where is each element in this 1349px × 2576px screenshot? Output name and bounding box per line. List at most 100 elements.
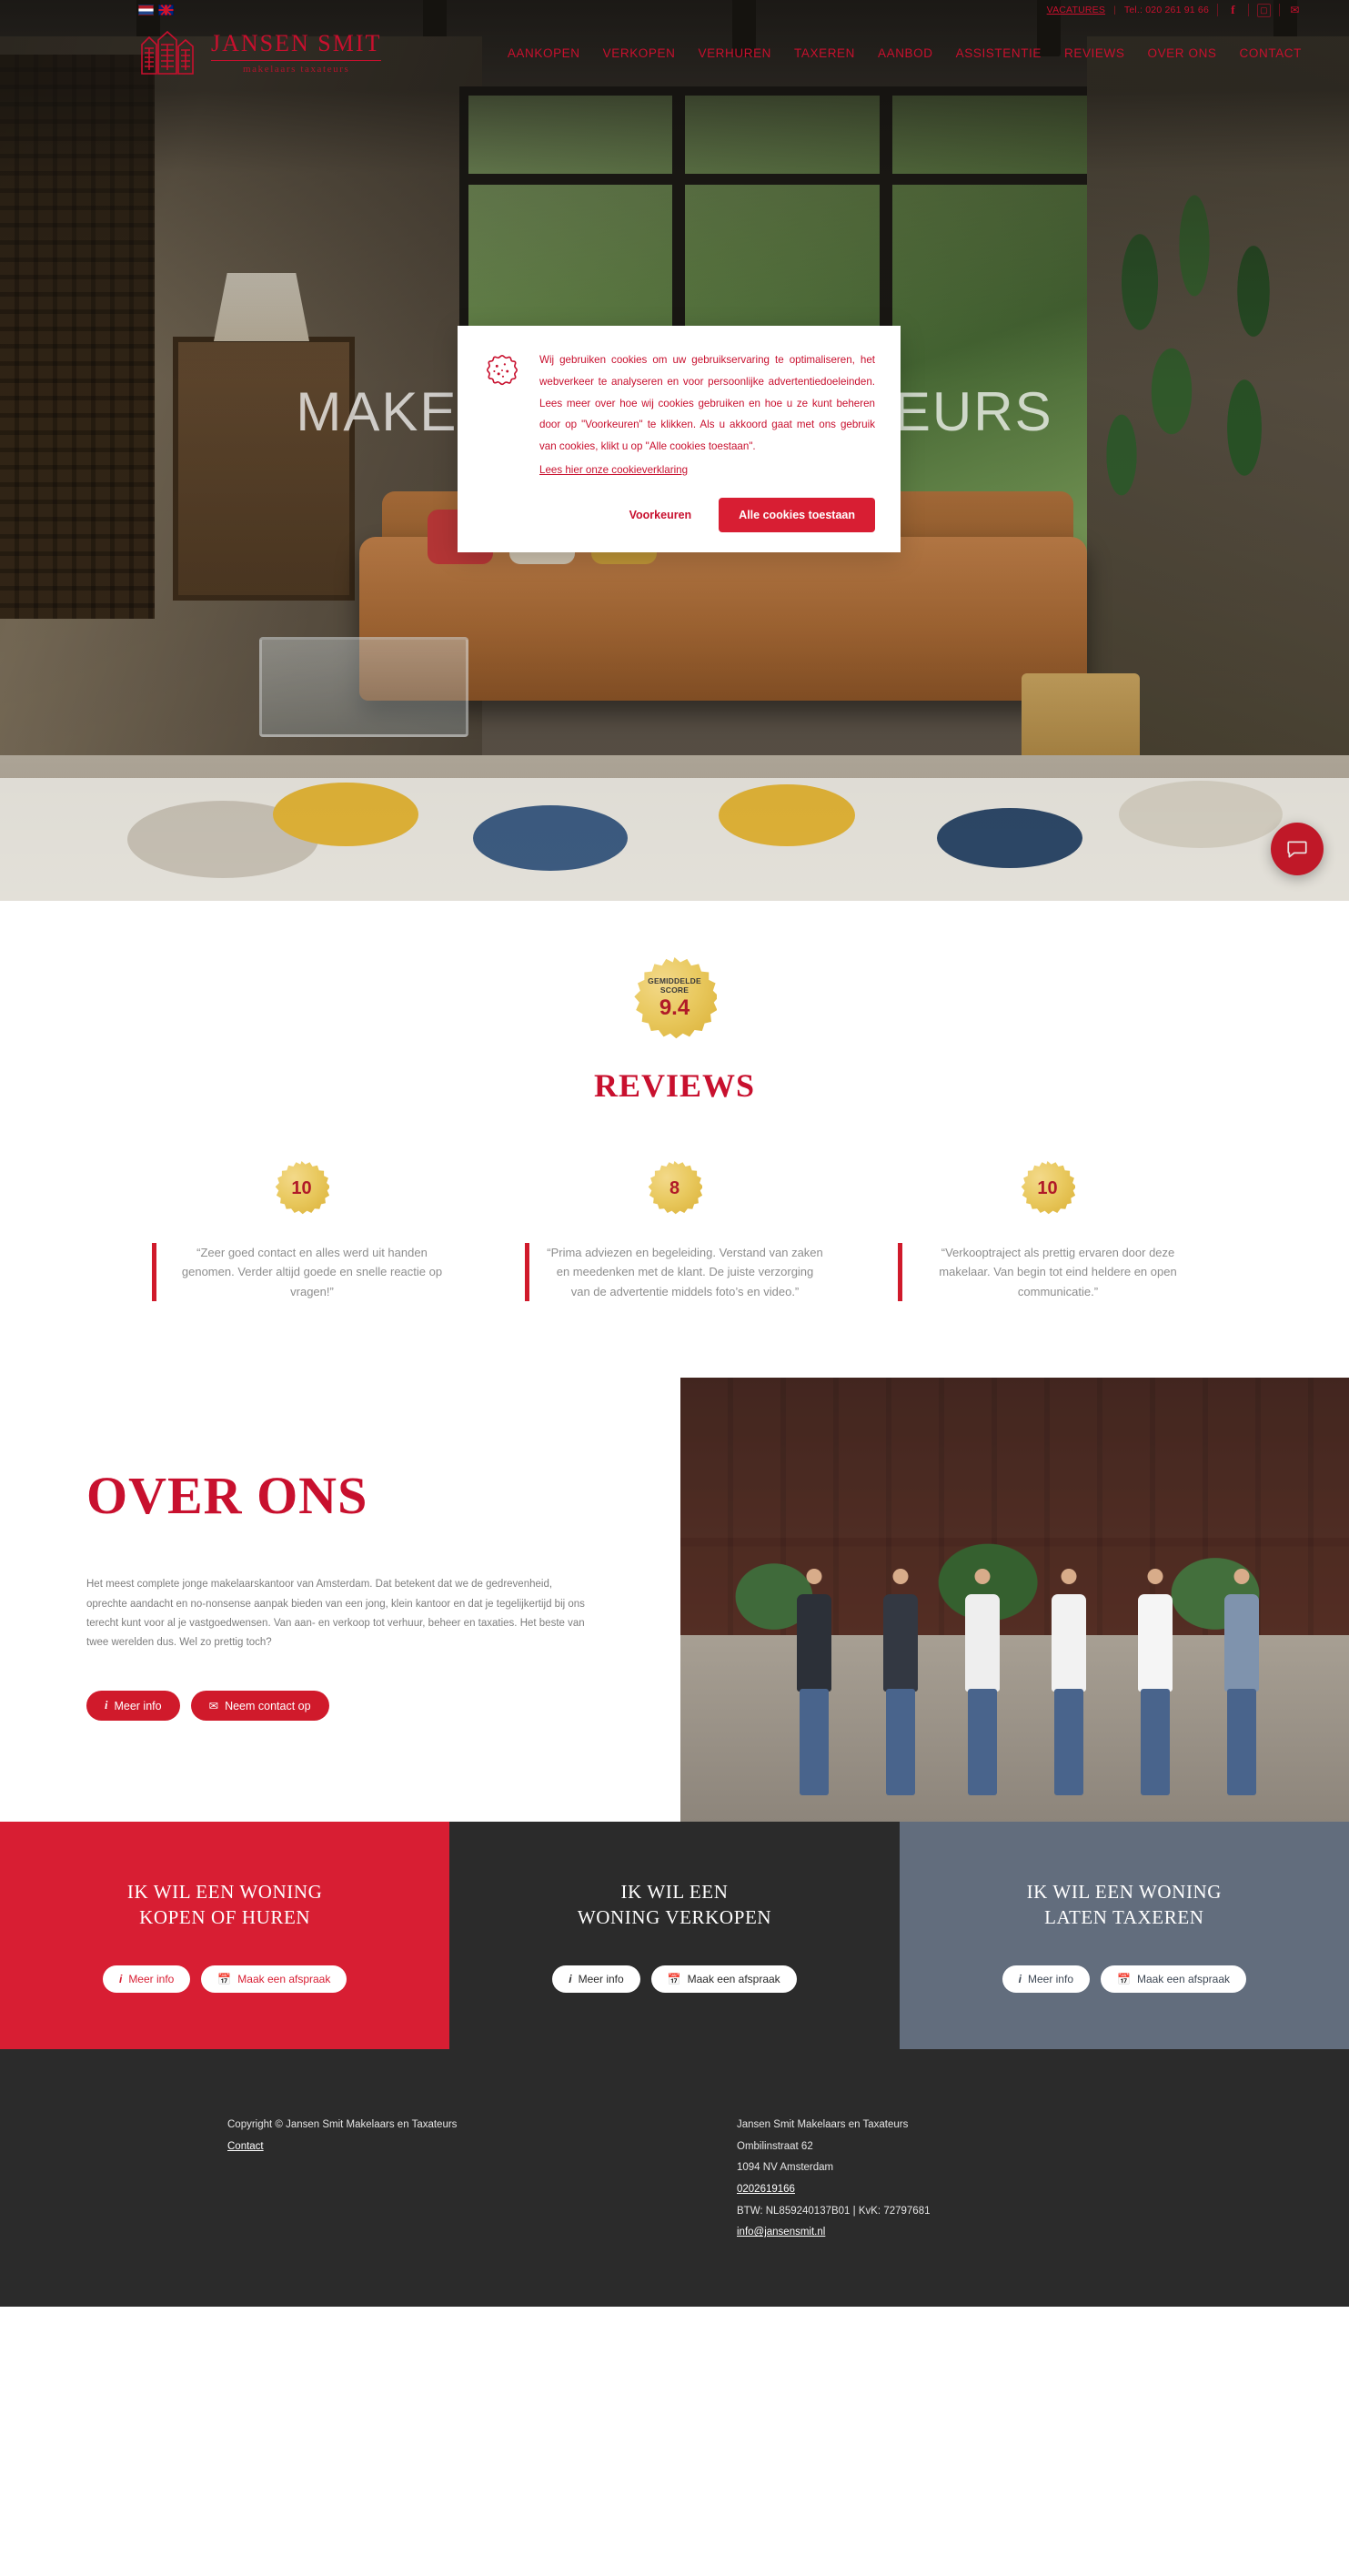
- canal-houses-icon: [138, 28, 200, 77]
- about-title: OVER ONS: [86, 1466, 368, 1526]
- hero-section: VACATURES | Tel.: 020 261 91 66 f ▢ ✉ JA…: [0, 0, 1349, 901]
- about-more-info-label: Meer info: [114, 1699, 162, 1712]
- cta-appointment-label: Maak een afspraak: [687, 1972, 780, 1985]
- info-icon: i: [105, 1699, 108, 1712]
- site-logo[interactable]: JANSEN SMIT makelaars taxateurs: [138, 28, 382, 77]
- topbar-divider: [1248, 4, 1249, 16]
- mail-icon[interactable]: ✉: [1288, 4, 1302, 17]
- top-utility-bar: VACATURES | Tel.: 020 261 91 66 f ▢ ✉: [0, 0, 1349, 20]
- review-quote-wrapper: “Zeer goed contact en alles werd uit han…: [151, 1243, 452, 1302]
- cta-panels: IK WIL EEN WONING KOPEN OF HUREN i Meer …: [0, 1822, 1349, 2050]
- about-contact-button[interactable]: ✉ Neem contact op: [190, 1691, 329, 1722]
- review-quote: “Prima adviezen en begeleiding. Verstand…: [547, 1246, 823, 1298]
- topbar-divider: [1217, 4, 1218, 16]
- chat-bubble-icon[interactable]: [1271, 823, 1324, 875]
- review-card: 10 “Verkooptraject als prettig ervaren d…: [897, 1161, 1198, 1302]
- footer-copyright-column: Copyright © Jansen Smit Makelaars en Tax…: [227, 2115, 619, 2307]
- language-switcher[interactable]: [138, 5, 174, 15]
- cta-appointment-button[interactable]: 📅 Maak een afspraak: [1101, 1965, 1247, 1993]
- calendar-icon: 📅: [1117, 1972, 1131, 1985]
- about-description: Het meest complete jonge makelaarskantoo…: [86, 1579, 585, 1649]
- site-header: JANSEN SMIT makelaars taxateurs AANKOPEN…: [0, 20, 1349, 86]
- vacatures-link[interactable]: VACATURES: [1047, 5, 1105, 15]
- phone-link[interactable]: Tel.: 020 261 91 66: [1124, 5, 1209, 15]
- score-value: 9.4: [659, 995, 690, 1021]
- about-photo: [680, 1378, 1349, 1823]
- cta-buttons: i Meer info 📅 Maak een afspraak: [1002, 1965, 1247, 1993]
- review-score-badge: 10: [1021, 1161, 1075, 1216]
- footer-registration: BTW: NL859240137B01 | KvK: 72797681: [737, 2205, 931, 2217]
- cta-more-info-button[interactable]: i Meer info: [102, 1965, 191, 1993]
- page-root: VACATURES | Tel.: 020 261 91 66 f ▢ ✉ JA…: [0, 0, 1349, 2308]
- logo-text-block: JANSEN SMIT makelaars taxateurs: [211, 29, 382, 75]
- cta-more-info-button[interactable]: i Meer info: [1002, 1965, 1090, 1993]
- score-label-line1: GEMIDDELDE: [648, 975, 701, 985]
- dutch-flag-icon[interactable]: [138, 5, 154, 15]
- nav-item-aankopen[interactable]: AANKOPEN: [508, 46, 580, 60]
- footer-email-link[interactable]: info@jansensmit.nl: [737, 2222, 930, 2244]
- footer-address-column: Jansen Smit Makelaars en Taxateurs Ombil…: [737, 2115, 930, 2307]
- reviews-section: GEMIDDELDE SCORE 9.4 REVIEWS 10 “Zeer go…: [0, 901, 1349, 1379]
- instagram-icon[interactable]: ▢: [1257, 3, 1271, 17]
- review-quote: “Verkooptraject als prettig ervaren door…: [939, 1246, 1177, 1298]
- review-score: 10: [1037, 1177, 1058, 1198]
- uk-flag-icon[interactable]: [158, 5, 174, 15]
- review-quote-wrapper: “Verkooptraject als prettig ervaren door…: [897, 1243, 1198, 1302]
- review-score: 8: [669, 1177, 680, 1198]
- team-photo-image: [680, 1378, 1349, 1823]
- cta-panel-buy-rent: IK WIL EEN WONING KOPEN OF HUREN i Meer …: [0, 1822, 450, 2050]
- cookie-preferences-button[interactable]: Voorkeuren: [617, 500, 705, 530]
- score-label-line2: SCORE: [659, 985, 690, 995]
- cta-appointment-label: Maak een afspraak: [1136, 1972, 1231, 1985]
- about-contact-label: Neem contact op: [225, 1699, 311, 1712]
- facebook-icon[interactable]: f: [1226, 3, 1240, 17]
- calendar-icon: 📅: [217, 1972, 232, 1985]
- calendar-icon: 📅: [667, 1972, 681, 1985]
- cta-appointment-button[interactable]: 📅 Maak een afspraak: [201, 1965, 347, 1993]
- cta-title-line2: KOPEN OF HUREN: [139, 1906, 311, 1929]
- mail-icon: ✉: [208, 1700, 219, 1713]
- cta-buttons: i Meer info 📅 Maak een afspraak: [102, 1965, 347, 1993]
- review-quote-wrapper: “Prima adviezen en begeleiding. Verstand…: [524, 1243, 825, 1302]
- quote-accent-bar: [151, 1243, 156, 1302]
- cta-appointment-label: Maak een afspraak: [237, 1972, 331, 1985]
- cta-panel-appraise: IK WIL EEN WONING LATEN TAXEREN i Meer i…: [899, 1822, 1349, 2050]
- cookie-accept-all-button[interactable]: Alle cookies toestaan: [719, 497, 875, 532]
- site-footer: Copyright © Jansen Smit Makelaars en Tax…: [0, 2049, 1349, 2308]
- topbar-separator: |: [1113, 5, 1116, 15]
- footer-company-name: Jansen Smit Makelaars en Taxateurs: [737, 2119, 909, 2131]
- topbar-divider: [1279, 4, 1280, 16]
- cta-buttons: i Meer info 📅 Maak een afspraak: [552, 1965, 797, 1993]
- info-icon: i: [118, 1972, 123, 1985]
- nav-item-reviews[interactable]: REVIEWS: [1064, 46, 1124, 60]
- cta-title: IK WIL EEN WONING VERKOPEN: [578, 1879, 771, 1931]
- review-score: 10: [291, 1177, 312, 1198]
- nav-item-verhuren[interactable]: VERHUREN: [698, 46, 771, 60]
- nav-item-aanbod[interactable]: AANBOD: [878, 46, 933, 60]
- cta-appointment-button[interactable]: 📅 Maak een afspraak: [650, 1965, 797, 1993]
- cookie-message: Wij gebruiken cookies om uw gebruikserva…: [539, 354, 875, 453]
- about-more-info-button[interactable]: i Meer info: [86, 1691, 180, 1722]
- nav-item-assistentie[interactable]: ASSISTENTIE: [956, 46, 1042, 60]
- score-label: GEMIDDELDE SCORE: [648, 975, 701, 995]
- nav-item-over-ons[interactable]: OVER ONS: [1147, 46, 1216, 60]
- cta-title: IK WIL EEN WONING KOPEN OF HUREN: [127, 1879, 323, 1931]
- cookie-policy-link[interactable]: Lees hier onze cookieverklaring: [539, 464, 688, 476]
- topbar-contact-group: VACATURES | Tel.: 020 261 91 66 f ▢ ✉: [1047, 3, 1302, 17]
- footer-phone-link[interactable]: 0202619166: [737, 2179, 930, 2201]
- cta-title-line1: IK WIL EEN WONING: [1026, 1880, 1223, 1903]
- cookie-dialog-body: Wij gebruiken cookies om uw gebruikserva…: [539, 349, 875, 532]
- nav-item-verkopen[interactable]: VERKOPEN: [603, 46, 676, 60]
- footer-inner: Copyright © Jansen Smit Makelaars en Tax…: [0, 2115, 1349, 2307]
- cta-more-info-button[interactable]: i Meer info: [552, 1965, 640, 1993]
- cta-panel-sell: IK WIL EEN WONING VERKOPEN i Meer info 📅…: [449, 1822, 900, 2050]
- nav-item-taxeren[interactable]: TAXEREN: [794, 46, 855, 60]
- about-buttons: i Meer info ✉ Neem contact op: [86, 1691, 594, 1722]
- info-icon: i: [569, 1972, 572, 1985]
- cookie-dialog-actions: Voorkeuren Alle cookies toestaan: [539, 497, 875, 532]
- cta-more-info-label: Meer info: [128, 1972, 175, 1985]
- footer-contact-link[interactable]: Contact: [227, 2137, 619, 2158]
- logo-name: JANSEN SMIT: [211, 29, 382, 56]
- footer-street: Ombilinstraat 62: [737, 2140, 813, 2152]
- nav-item-contact[interactable]: CONTACT: [1240, 46, 1302, 60]
